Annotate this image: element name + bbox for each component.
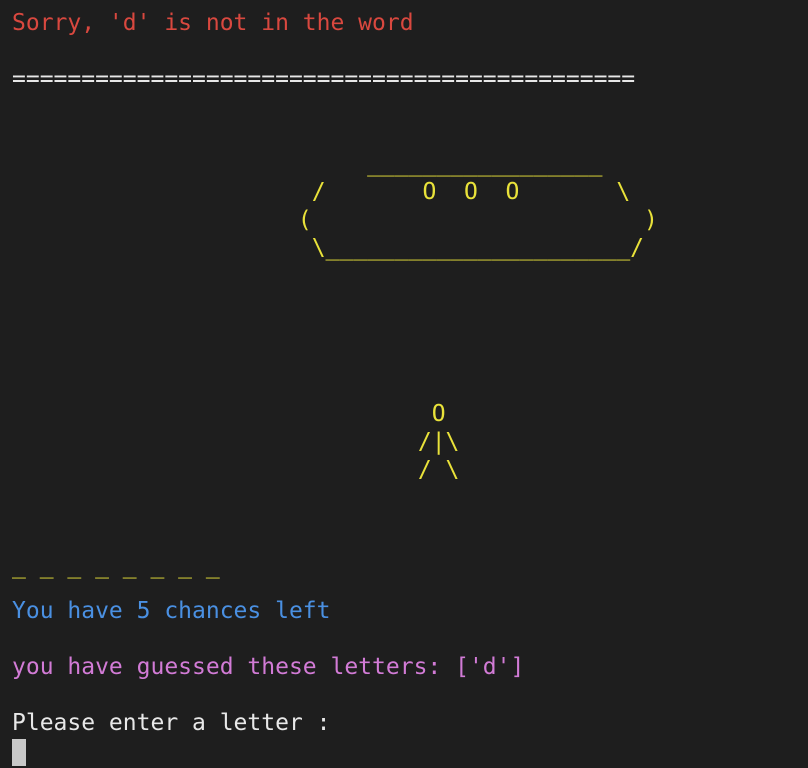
person-ascii-art: O /|\ / \ <box>417 401 460 483</box>
guessed-letters-message: you have guessed these letters: ['d'] <box>12 654 525 680</box>
terminal-window: Sorry, 'd' is not in the word ==========… <box>0 0 808 768</box>
word-blanks: _ _ _ _ _ _ _ _ <box>12 553 220 579</box>
chances-message: You have 5 chances left <box>12 598 331 624</box>
error-message: Sorry, 'd' is not in the word <box>12 10 414 36</box>
text-cursor[interactable] <box>12 739 26 766</box>
ufo-ascii-art: _________________ / O O O \ ( ) \_______… <box>297 151 658 261</box>
separator-line: ========================================… <box>12 66 636 92</box>
input-prompt: Please enter a letter : <box>12 710 331 736</box>
